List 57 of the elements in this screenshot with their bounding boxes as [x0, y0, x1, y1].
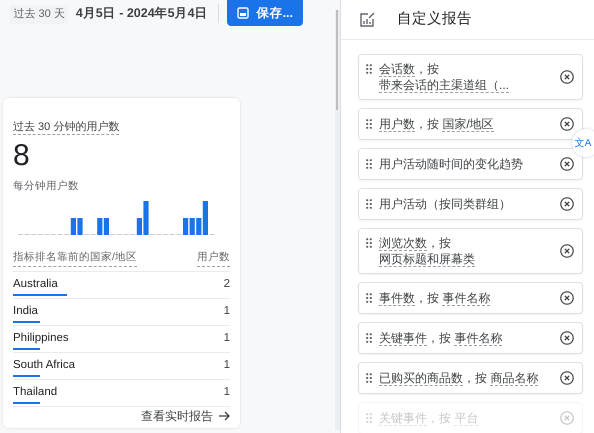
report-title: 用户活动（按同类群组）: [379, 196, 512, 212]
scrollbar[interactable]: [335, 10, 340, 430]
country-name: Australia: [13, 276, 58, 290]
drag-handle-icon[interactable]: [366, 119, 372, 129]
drag-handle-icon[interactable]: [366, 64, 372, 74]
report-item[interactable]: 已购买的商品数，按 商品名称: [358, 362, 583, 394]
save-button[interactable]: 保存...: [226, 0, 303, 26]
drag-handle-icon[interactable]: [366, 199, 372, 209]
report-item[interactable]: 用户活动随时间的变化趋势: [358, 148, 583, 180]
report-title: 关键事件，按 事件名称: [379, 330, 504, 346]
date-range[interactable]: 4月5日 - 2024年5月4日: [76, 4, 219, 23]
report-title: 已购买的商品数，按 商品名称: [379, 370, 540, 386]
remove-icon[interactable]: [560, 157, 574, 171]
report-item[interactable]: 事件数，按 事件名称: [358, 282, 583, 314]
remove-icon[interactable]: [560, 291, 574, 305]
country-name: South Africa: [13, 358, 76, 372]
remove-icon[interactable]: [560, 244, 574, 258]
scrollbar-thumb[interactable]: [336, 10, 338, 110]
range-label: 过去 30 天: [10, 5, 68, 24]
user-count: 1: [224, 384, 230, 398]
column-header[interactable]: 用户数: [197, 250, 230, 266]
remove-icon[interactable]: [560, 371, 574, 385]
user-count: 1: [224, 304, 230, 318]
drag-handle-icon[interactable]: [366, 373, 372, 383]
remove-icon[interactable]: [560, 197, 574, 211]
translate-button[interactable]: 文A: [572, 129, 594, 157]
card-title[interactable]: 过去 30 分钟的用户数: [13, 120, 120, 135]
report-item[interactable]: 会话数，按 带来会话的主渠道组（...: [358, 54, 583, 100]
country-name: Philippines: [13, 330, 69, 344]
edit-chart-icon: [359, 12, 375, 28]
report-item[interactable]: 浏览次数，按 网页标题和屏幕类: [358, 228, 583, 274]
report-title: 用户数，按 国家/地区: [379, 116, 495, 132]
drag-handle-icon[interactable]: [366, 159, 372, 169]
remove-icon[interactable]: [560, 331, 574, 345]
report-title: 会话数，按 带来会话的主渠道组（...: [379, 61, 510, 93]
country-name: Thailand: [13, 384, 58, 398]
drag-handle-icon[interactable]: [366, 293, 372, 303]
user-count: 2: [224, 276, 230, 290]
arrow-icon: [219, 410, 230, 420]
drag-handle-icon[interactable]: [366, 238, 372, 248]
remove-icon[interactable]: [560, 117, 574, 131]
report-item[interactable]: 用户活动（按同类群组）: [358, 188, 583, 220]
remove-icon[interactable]: [560, 70, 574, 84]
report-title: 浏览次数，按 网页标题和屏幕类: [379, 235, 476, 267]
panel-title: 自定义报告: [397, 10, 472, 29]
user-count: 1: [224, 358, 230, 372]
report-title: 事件数，按 事件名称: [379, 290, 492, 306]
report-title: 用户活动随时间的变化趋势: [379, 156, 524, 172]
realtime-report-link[interactable]: 查看实时报告: [141, 406, 230, 424]
user-count: 8: [13, 139, 31, 173]
chart-title: 每分钟用户数: [13, 179, 80, 194]
user-count: 1: [224, 330, 230, 344]
column-header[interactable]: 指标排名靠前的国家/地区: [13, 250, 137, 266]
save-icon: [236, 7, 249, 19]
report-item[interactable]: 关键事件，按 事件名称: [358, 322, 583, 354]
drag-handle-icon[interactable]: [366, 333, 372, 343]
country-name: India: [13, 304, 38, 318]
